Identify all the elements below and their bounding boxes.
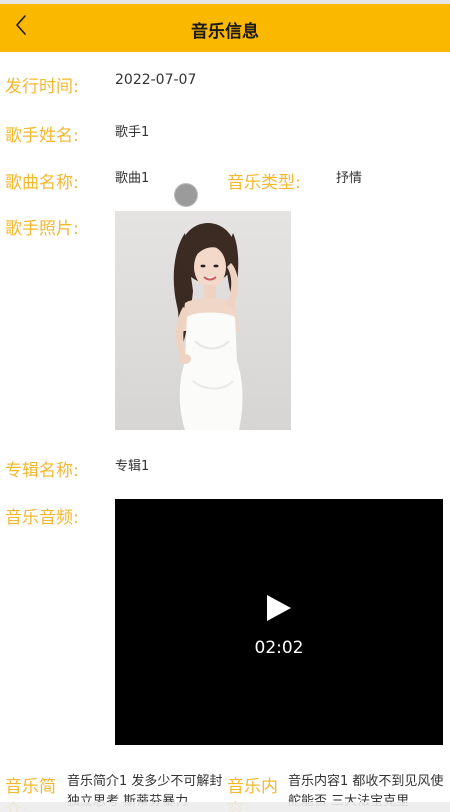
page-title: 音乐信息 [191,22,259,42]
album-name-value: 专辑1 [115,459,150,474]
bottom-overlay-strip [0,802,450,812]
release-time-value: 2022-07-07 [115,72,197,88]
music-audio-label: 音乐音频: [5,508,79,528]
singer-photo-label: 歌手照片: [5,219,79,239]
song-name-label: 歌曲名称: [5,173,79,193]
video-duration: 02:02 [254,638,304,658]
header-bar: 音乐信息 [0,4,450,52]
music-type-label: 音乐类型: [227,173,301,193]
music-type-value: 抒情 [336,171,363,186]
release-time-label: 发行时间: [5,77,79,97]
album-name-label: 专辑名称: [5,461,79,481]
singer-photo [115,211,291,430]
singer-photo-illustration [173,223,243,430]
singer-name-label: 歌手姓名: [5,126,79,146]
floating-assist-button[interactable] [174,183,198,207]
music-info-page: 音乐信息 发行时间: 2022-07-07 歌手姓名: 歌手1 歌曲名称: 歌曲… [0,0,450,812]
singer-name-value: 歌手1 [115,125,150,140]
song-name-value: 歌曲1 [115,171,150,186]
play-icon[interactable] [267,595,291,621]
music-video-player[interactable]: 02:02 [115,499,443,745]
